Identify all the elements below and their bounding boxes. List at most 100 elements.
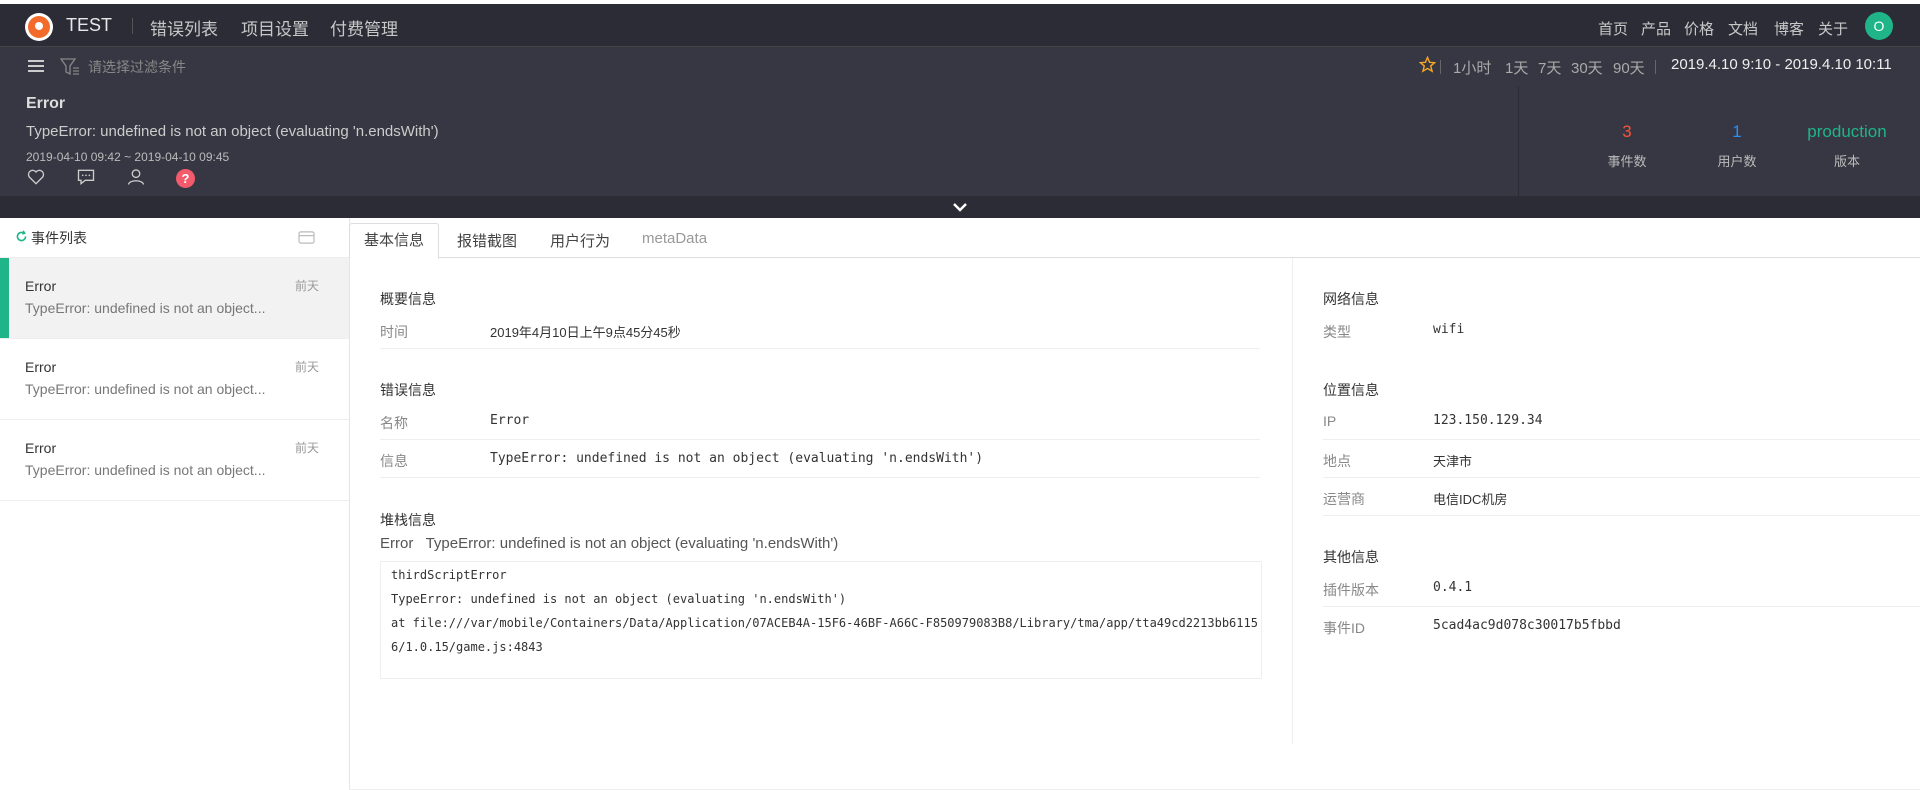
user-icon[interactable] (126, 167, 146, 187)
error-message: TypeError: undefined is not an object (e… (26, 123, 439, 140)
event-title: Error (25, 278, 57, 294)
chevron-down-icon (953, 203, 967, 212)
event-message: TypeError: undefined is not an object... (25, 381, 266, 397)
plugin-row: 插件版本 0.4.1 (1323, 569, 1920, 607)
time-row: 时间 2019年4月10日上午9点45分45秒 (380, 311, 1260, 349)
nav-docs[interactable]: 文档 (1728, 18, 1758, 39)
divider (1655, 60, 1656, 74)
star-icon[interactable] (1419, 56, 1436, 73)
divider (1292, 258, 1293, 744)
event-date: 前天 (295, 360, 320, 374)
nav-project-settings[interactable]: 项目设置 (241, 15, 309, 40)
stack-line: at file:///var/mobile/Containers/Data/Ap… (391, 616, 1258, 630)
event-list-title: 事件列表 (31, 230, 87, 246)
event-id-label: 事件ID (1323, 620, 1365, 636)
tab-user-behavior[interactable]: 用户行为 (550, 230, 610, 251)
stat-version: production 版本 (1792, 122, 1902, 170)
event-date: 前天 (295, 441, 320, 455)
comment-icon[interactable] (76, 167, 96, 187)
nav-about[interactable]: 关于 (1818, 18, 1848, 39)
time-label: 时间 (380, 324, 408, 340)
filter-bar: 请选择过滤条件 1小时 1天 7天 30天 90天 2019.4.10 9:10… (0, 46, 1920, 87)
stack-line: TypeError: undefined is not an object (e… (391, 592, 847, 606)
error-time-range: 2019-04-10 09:42 ~ 2019-04-10 09:45 (26, 150, 230, 164)
menu-icon[interactable] (28, 60, 44, 73)
event-item[interactable]: Error TypeError: undefined is not an obj… (0, 339, 349, 420)
stat-value: 3 (1622, 122, 1632, 141)
heart-icon[interactable] (26, 167, 46, 187)
stack-header: Error TypeError: undefined is not an obj… (380, 535, 838, 552)
event-id-row: 事件ID 5cad4ac9d078c30017b5fbbd (1323, 607, 1920, 644)
logo-icon[interactable] (25, 13, 53, 41)
type-label: 类型 (1323, 324, 1351, 340)
location-title: 位置信息 (1323, 382, 1379, 398)
isp-row: 运营商 电信IDC机房 (1323, 478, 1920, 516)
archive-icon[interactable] (298, 230, 315, 245)
divider (132, 18, 133, 34)
tab-metadata[interactable]: metaData (642, 230, 707, 247)
event-date: 前天 (295, 279, 320, 293)
filter-icon[interactable] (60, 58, 80, 76)
date-to: 2019.4.10 10:11 (1784, 56, 1892, 73)
nav-products[interactable]: 产品 (1641, 18, 1671, 39)
info-row: 信息 TypeError: undefined is not an object… (380, 440, 1260, 478)
stat-value: 1 (1732, 122, 1742, 141)
event-list-header: 事件列表 (0, 218, 349, 258)
stack-trace: thirdScriptError TypeError: undefined is… (380, 561, 1262, 679)
ip-row: IP 123.150.129.34 (1323, 402, 1920, 440)
stat-label: 事件数 (1607, 154, 1647, 169)
divider (1440, 60, 1441, 74)
refresh-icon[interactable] (15, 230, 28, 243)
event-item[interactable]: Error TypeError: undefined is not an obj… (0, 258, 349, 339)
error-info-title: 错误信息 (380, 382, 436, 398)
ip-value: 123.150.129.34 (1433, 413, 1543, 428)
brand-name[interactable]: TEST (66, 15, 112, 36)
error-summary: Error TypeError: undefined is not an obj… (0, 86, 1920, 196)
isp-value: 电信IDC机房 (1433, 492, 1508, 507)
info-value: TypeError: undefined is not an object (e… (490, 451, 984, 466)
stack-line: thirdScriptError (391, 568, 507, 582)
help-icon[interactable]: ? (176, 169, 195, 188)
network-type-row: 类型 wifi (1323, 311, 1920, 348)
stack-title: 堆栈信息 (380, 512, 436, 528)
tab-screenshot[interactable]: 报错截图 (457, 230, 517, 251)
range-30d[interactable]: 30天 (1571, 57, 1603, 78)
stats-panel: 3 事件数 1 用户数 production 版本 (1518, 86, 1920, 196)
nav-error-list[interactable]: 错误列表 (150, 15, 218, 40)
stat-label: 版本 (1833, 154, 1860, 169)
nav-blog[interactable]: 博客 (1774, 18, 1804, 39)
detail-tabs: 基本信息 报错截图 用户行为 metaData (349, 218, 1920, 259)
collapse-toggle[interactable] (0, 196, 1920, 218)
range-1d[interactable]: 1天 (1505, 57, 1528, 78)
nav-home[interactable]: 首页 (1598, 18, 1628, 39)
range-7d[interactable]: 7天 (1538, 57, 1561, 78)
stack-error-name: Error (380, 535, 414, 552)
tab-basic-info[interactable]: 基本信息 (349, 223, 440, 259)
event-message: TypeError: undefined is not an object... (25, 300, 266, 316)
event-list-panel: 事件列表 Error TypeError: undefined is not a… (0, 218, 350, 790)
place-row: 地点 天津市 (1323, 440, 1920, 478)
error-title: Error (26, 95, 66, 112)
isp-label: 运营商 (1323, 491, 1365, 507)
stack-line: 6/1.0.15/game.js:4843 (391, 640, 543, 654)
time-value: 2019年4月10日上午9点45分45秒 (490, 325, 681, 340)
filter-input[interactable]: 请选择过滤条件 (88, 57, 186, 77)
stack-error-message: TypeError: undefined is not an object (e… (425, 535, 839, 552)
overview-title: 概要信息 (380, 291, 436, 307)
place-value: 天津市 (1433, 454, 1473, 469)
date-range[interactable]: 2019.4.10 9:10 - 2019.4.10 10:11 (1671, 56, 1892, 73)
range-1h[interactable]: 1小时 (1453, 57, 1491, 78)
event-item[interactable]: Error TypeError: undefined is not an obj… (0, 420, 349, 501)
name-row: 名称 Error (380, 402, 1260, 440)
nav-pricing[interactable]: 价格 (1684, 18, 1714, 39)
plugin-label: 插件版本 (1323, 582, 1379, 598)
event-title: Error (25, 359, 57, 375)
network-title: 网络信息 (1323, 291, 1379, 307)
stat-value: production (1807, 122, 1887, 141)
nav-billing[interactable]: 付费管理 (330, 15, 398, 40)
range-90d[interactable]: 90天 (1613, 57, 1645, 78)
top-nav: TEST 错误列表 项目设置 付费管理 首页 产品 价格 文档 博客 关于 O (0, 4, 1920, 46)
plugin-value: 0.4.1 (1433, 580, 1473, 595)
date-separator: - (1775, 56, 1781, 73)
avatar[interactable]: O (1865, 12, 1893, 40)
